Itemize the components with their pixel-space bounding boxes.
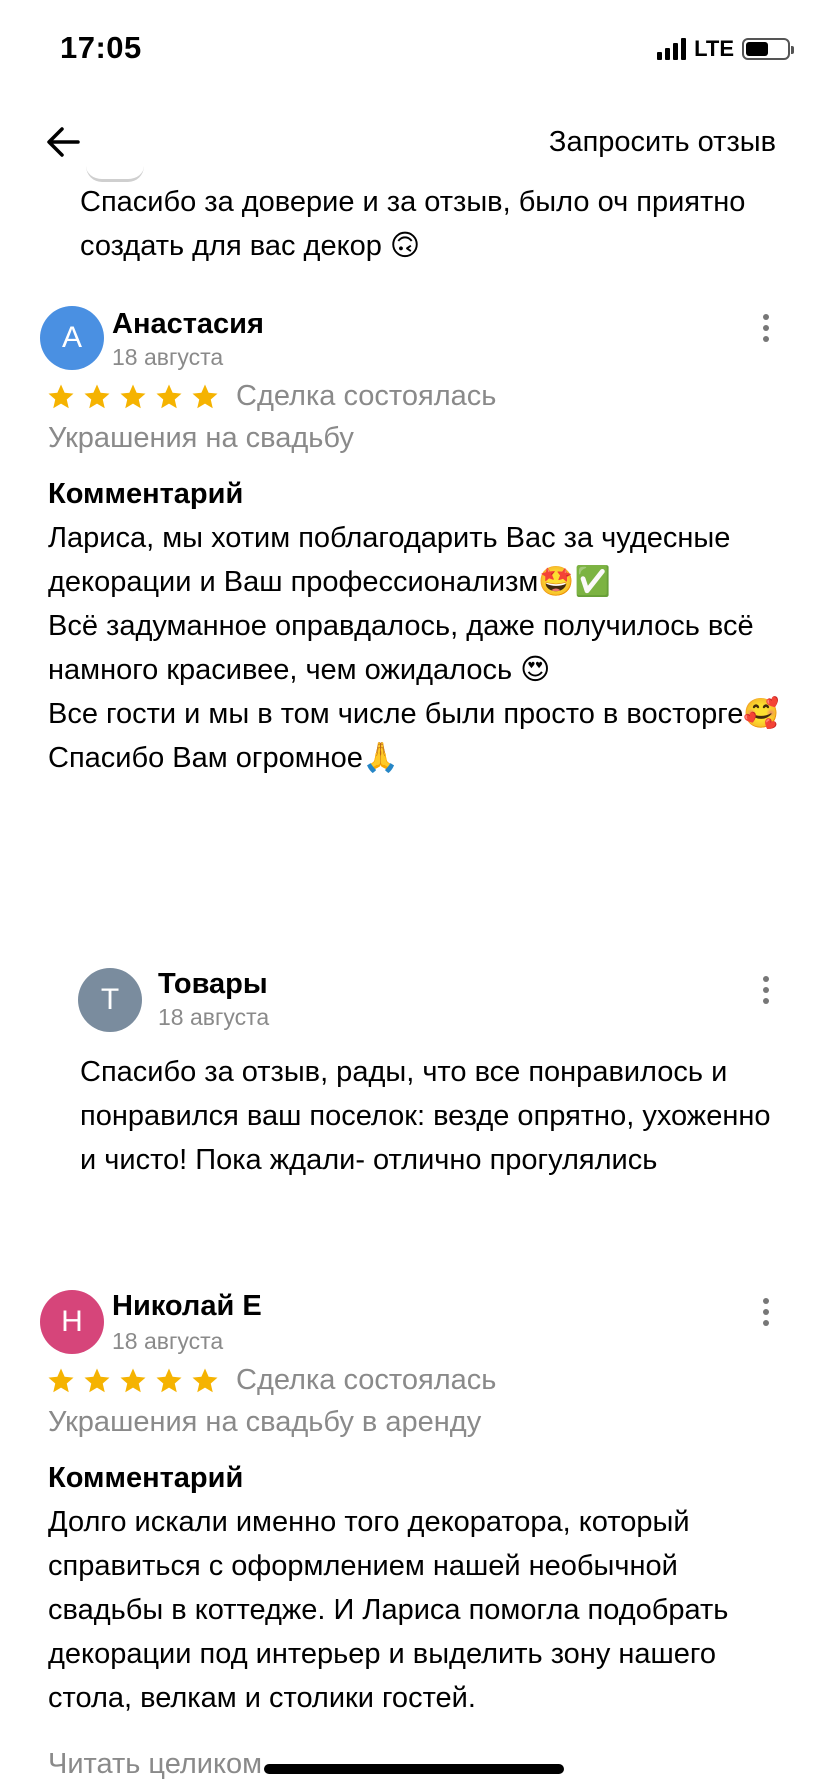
request-review-button[interactable]: Запросить отзыв xyxy=(549,126,776,159)
reply-date: 18 августа xyxy=(158,1004,270,1030)
reviewer-name[interactable]: Анастасия xyxy=(112,308,264,341)
comment-heading: Комментарий xyxy=(48,478,244,510)
arrow-left-icon xyxy=(47,127,80,157)
more-options-button[interactable] xyxy=(756,308,776,348)
comment-text: Долго искали именно того декоратора, кот… xyxy=(48,1506,729,1714)
signal-icon xyxy=(657,38,687,60)
deal-status: Сделка состоялась xyxy=(236,1364,497,1396)
reply-text: Спасибо за отзыв, рады, что все понравил… xyxy=(80,1056,771,1176)
reply-author-name[interactable]: Товары xyxy=(158,968,268,1001)
star-icon xyxy=(192,384,218,409)
network-label: LTE xyxy=(694,36,734,61)
star-icon xyxy=(84,1368,110,1393)
status-right: LTE xyxy=(657,36,794,62)
review-category: Украшения на свадьбу в аренду xyxy=(48,1406,482,1438)
status-time: 17:05 xyxy=(60,30,142,65)
rating-stars xyxy=(46,1366,220,1396)
read-more-link[interactable]: Читать целиком xyxy=(48,1748,262,1781)
reviewer-name[interactable]: Николай Е xyxy=(112,1290,262,1323)
more-options-button[interactable] xyxy=(756,1292,776,1332)
star-icon xyxy=(120,384,146,409)
avatar: А xyxy=(40,306,104,370)
rating-stars xyxy=(46,382,220,412)
avatar-initial: А xyxy=(61,321,82,354)
star-icon xyxy=(84,384,110,409)
star-icon xyxy=(156,384,182,409)
star-icon xyxy=(48,1368,74,1393)
kebab-icon xyxy=(763,314,769,320)
star-icon xyxy=(48,384,74,409)
avatar-initial: Н xyxy=(61,1305,83,1338)
avatar-initial: Т xyxy=(100,983,120,1016)
star-icon xyxy=(120,1368,146,1393)
avatar: Н xyxy=(40,1290,104,1354)
kebab-icon xyxy=(763,1298,769,1304)
comment-text: Лариса, мы хотим поблагодарить Вас за чу… xyxy=(48,522,780,774)
star-icon xyxy=(156,1368,182,1393)
battery-icon xyxy=(742,38,794,60)
deal-status: Сделка состоялась xyxy=(236,380,497,412)
reply-text: Спасибо за доверие и за отзыв, было оч п… xyxy=(80,186,746,262)
star-icon xyxy=(192,1368,218,1393)
back-button[interactable] xyxy=(44,122,84,162)
home-indicator xyxy=(264,1764,564,1774)
review-date: 18 августа xyxy=(112,344,224,370)
comment-heading: Комментарий xyxy=(48,1462,244,1494)
status-bar: 17:05 LTE xyxy=(0,0,828,100)
avatar: Т xyxy=(78,968,142,1032)
kebab-icon xyxy=(763,976,769,982)
review-date: 18 августа xyxy=(112,1328,224,1354)
review-category: Украшения на свадьбу xyxy=(48,422,354,454)
more-options-button[interactable] xyxy=(756,970,776,1010)
